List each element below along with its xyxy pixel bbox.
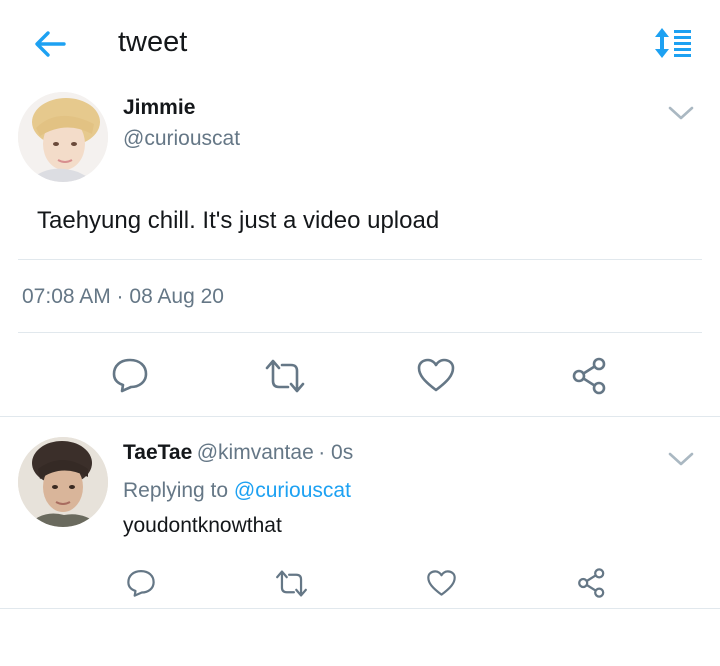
replying-to: Replying to @curiouscat: [123, 479, 351, 503]
like-icon: [417, 358, 455, 392]
share-icon: [578, 568, 605, 598]
avatar[interactable]: [18, 92, 108, 182]
timestamp: 07:08 AM · 08 Aug 20: [22, 285, 224, 308]
reply-icon: [112, 358, 148, 393]
tweet-menu-button[interactable]: [666, 102, 696, 124]
reply-menu-button[interactable]: [666, 448, 696, 470]
retweet-icon: [276, 570, 307, 597]
retweet-icon: [265, 359, 305, 393]
like-button[interactable]: [416, 357, 456, 398]
sort-icon: [655, 28, 691, 58]
divider: [18, 259, 702, 260]
back-button[interactable]: [32, 28, 68, 60]
reply-author-name: TaeTae: [123, 441, 193, 464]
reply-avatar[interactable]: [18, 437, 108, 527]
like-icon: [427, 570, 456, 596]
chevron-down-icon: [668, 106, 694, 120]
reply-author-handle: @kimvantae: [196, 441, 314, 464]
share-icon: [572, 357, 606, 395]
top-bar: tweet: [0, 0, 720, 88]
like-button[interactable]: [426, 569, 457, 602]
chevron-down-icon: [668, 452, 694, 466]
divider: [18, 332, 702, 333]
reply-button[interactable]: [125, 568, 157, 603]
reply-button[interactable]: [110, 356, 150, 399]
replying-to-label: Replying to: [123, 479, 229, 502]
page-title: tweet: [118, 26, 188, 58]
avatar-image: [18, 437, 108, 527]
avatar-image: [18, 92, 108, 182]
reply-header: TaeTae @kimvantae · 0s: [123, 441, 353, 465]
retweet-button[interactable]: [263, 358, 307, 399]
author-handle: @curiouscat: [123, 127, 241, 150]
arrow-left-icon: [35, 31, 66, 57]
reply-text: youdontknowthat: [123, 514, 282, 537]
tweet-text: Taehyung chill. It's just a video upload: [37, 207, 440, 234]
retweet-button[interactable]: [274, 569, 309, 603]
mention-link[interactable]: @curiouscat: [234, 479, 351, 502]
sort-button[interactable]: [652, 26, 694, 60]
reply-time: · 0s: [318, 441, 354, 464]
share-button[interactable]: [576, 567, 608, 604]
divider: [0, 608, 720, 609]
author-name: Jimmie: [123, 96, 196, 119]
reply-icon: [127, 570, 155, 597]
divider: [0, 416, 720, 417]
share-button[interactable]: [570, 356, 610, 401]
